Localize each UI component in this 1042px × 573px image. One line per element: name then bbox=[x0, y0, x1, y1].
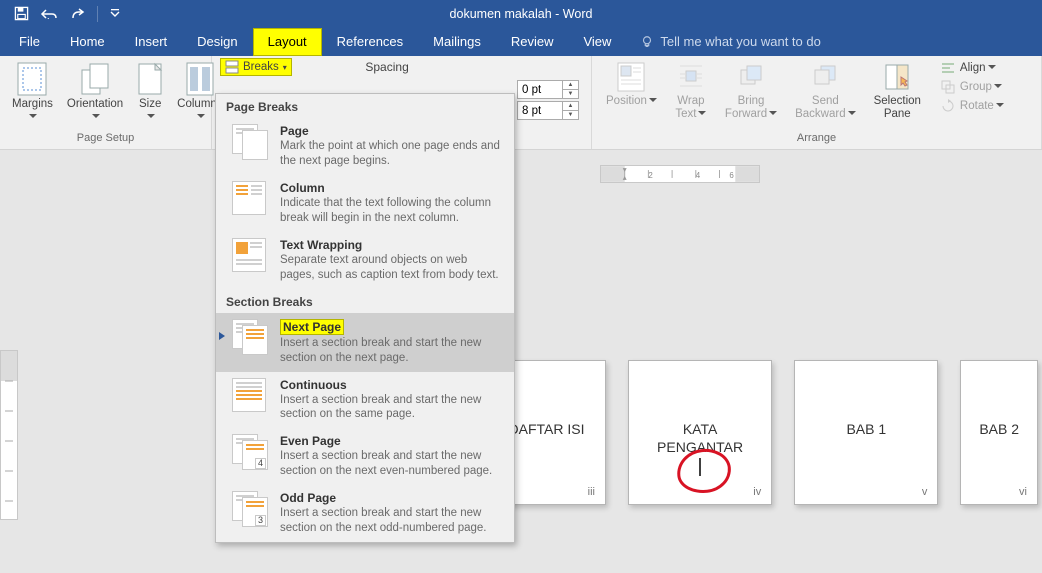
tab-home[interactable]: Home bbox=[55, 28, 120, 56]
breaks-button[interactable]: Breaks ▾ bbox=[220, 58, 292, 76]
spin-up-icon[interactable]: ▲ bbox=[563, 102, 578, 111]
rotate-icon bbox=[941, 99, 955, 113]
group-page-setup: Margins Orientation Size Columns Page Se… bbox=[0, 56, 212, 149]
break-page[interactable]: PageMark the point at which one page end… bbox=[216, 118, 514, 175]
break-next-page[interactable]: Next PageInsert a section break and star… bbox=[216, 313, 514, 372]
size-button[interactable]: Size bbox=[133, 60, 167, 124]
horizontal-ruler[interactable]: 2 4 6 bbox=[600, 165, 760, 183]
send-backward-button[interactable]: SendBackward bbox=[789, 60, 862, 121]
page-thumb-4[interactable]: KATAPENGANTAR iv bbox=[628, 360, 772, 505]
window-title: dokumen makalah - Word bbox=[0, 0, 1042, 27]
break-text-wrapping[interactable]: Text WrappingSeparate text around object… bbox=[216, 232, 514, 289]
vertical-ruler[interactable] bbox=[0, 350, 18, 520]
group-button[interactable]: Group bbox=[937, 79, 1008, 95]
group-label-page-setup: Page Setup bbox=[8, 132, 203, 147]
break-column[interactable]: ColumnIndicate that the text following t… bbox=[216, 175, 514, 232]
page-thumb-6[interactable]: BAB 2 vi bbox=[960, 360, 1038, 505]
bring-forward-button[interactable]: BringForward bbox=[719, 60, 783, 121]
breaks-icon bbox=[225, 60, 239, 74]
orientation-button[interactable]: Orientation bbox=[63, 60, 127, 124]
position-button[interactable]: Position bbox=[600, 60, 663, 108]
spin-up-icon[interactable]: ▲ bbox=[563, 81, 578, 90]
svg-text:4: 4 bbox=[696, 171, 701, 180]
quick-access-toolbar bbox=[0, 6, 120, 22]
save-icon[interactable] bbox=[14, 6, 29, 21]
page-thumb-5[interactable]: BAB 1 v bbox=[794, 360, 938, 505]
page-thumbnails: DAFTAR ISI iii KATAPENGANTAR iv BAB 1 v … bbox=[505, 360, 1038, 505]
group-arrange: Position WrapText BringForward SendBackw… bbox=[592, 56, 1042, 149]
selection-arrow-icon bbox=[218, 331, 226, 341]
tab-layout[interactable]: Layout bbox=[253, 28, 322, 56]
svg-text:6: 6 bbox=[729, 171, 734, 180]
tab-design[interactable]: Design bbox=[182, 28, 252, 56]
group-icon bbox=[941, 80, 955, 94]
ribbon-tabs: File Home Insert Design Layout Reference… bbox=[0, 27, 1042, 56]
spacing-after-spinner[interactable]: ▲▼ bbox=[517, 101, 579, 120]
section-section-breaks: Section Breaks bbox=[216, 289, 514, 313]
undo-icon[interactable] bbox=[39, 7, 59, 21]
qat-separator bbox=[97, 6, 98, 22]
spin-down-icon[interactable]: ▼ bbox=[563, 111, 578, 119]
group-label-arrange: Arrange bbox=[600, 132, 1033, 147]
qat-customize-icon[interactable] bbox=[110, 8, 120, 20]
spacing-before-spinner[interactable]: ▲▼ bbox=[517, 80, 579, 99]
tab-insert[interactable]: Insert bbox=[120, 28, 183, 56]
tab-mailings[interactable]: Mailings bbox=[418, 28, 496, 56]
break-continuous[interactable]: ContinuousInsert a section break and sta… bbox=[216, 372, 514, 429]
breaks-dropdown: Page Breaks PageMark the point at which … bbox=[215, 93, 515, 543]
tell-me-search[interactable]: Tell me what you want to do bbox=[626, 28, 834, 56]
tab-file[interactable]: File bbox=[4, 28, 55, 56]
lightbulb-icon bbox=[640, 35, 654, 49]
margins-button[interactable]: Margins bbox=[8, 60, 57, 124]
tell-me-placeholder: Tell me what you want to do bbox=[660, 34, 820, 49]
title-bar: dokumen makalah - Word bbox=[0, 0, 1042, 27]
tab-references[interactable]: References bbox=[322, 28, 418, 56]
spacing-before-input[interactable] bbox=[518, 81, 562, 98]
align-button[interactable]: Align bbox=[937, 60, 1008, 76]
svg-text:2: 2 bbox=[648, 171, 652, 180]
break-even-page[interactable]: 24 Even PageInsert a section break and s… bbox=[216, 428, 514, 485]
align-icon bbox=[941, 61, 955, 75]
section-page-breaks: Page Breaks bbox=[216, 94, 514, 118]
spacing-label: Spacing bbox=[365, 60, 408, 74]
rotate-button[interactable]: Rotate bbox=[937, 98, 1008, 114]
break-odd-page[interactable]: 13 Odd PageInsert a section break and st… bbox=[216, 485, 514, 542]
text-cursor-icon bbox=[698, 458, 702, 476]
tab-review[interactable]: Review bbox=[496, 28, 569, 56]
selection-pane-button[interactable]: SelectionPane bbox=[868, 60, 927, 121]
redo-icon[interactable] bbox=[69, 7, 85, 21]
ribbon-panel: Margins Orientation Size Columns Page Se… bbox=[0, 56, 1042, 150]
spacing-after-input[interactable] bbox=[518, 102, 562, 119]
document-workspace: 2 4 6 DAFTAR ISI iii KATAPENGANTAR iv BA… bbox=[0, 150, 1042, 573]
wrap-text-button[interactable]: WrapText bbox=[669, 60, 713, 121]
tab-view[interactable]: View bbox=[568, 28, 626, 56]
spin-down-icon[interactable]: ▼ bbox=[563, 90, 578, 98]
chevron-down-icon: ▾ bbox=[283, 63, 287, 72]
